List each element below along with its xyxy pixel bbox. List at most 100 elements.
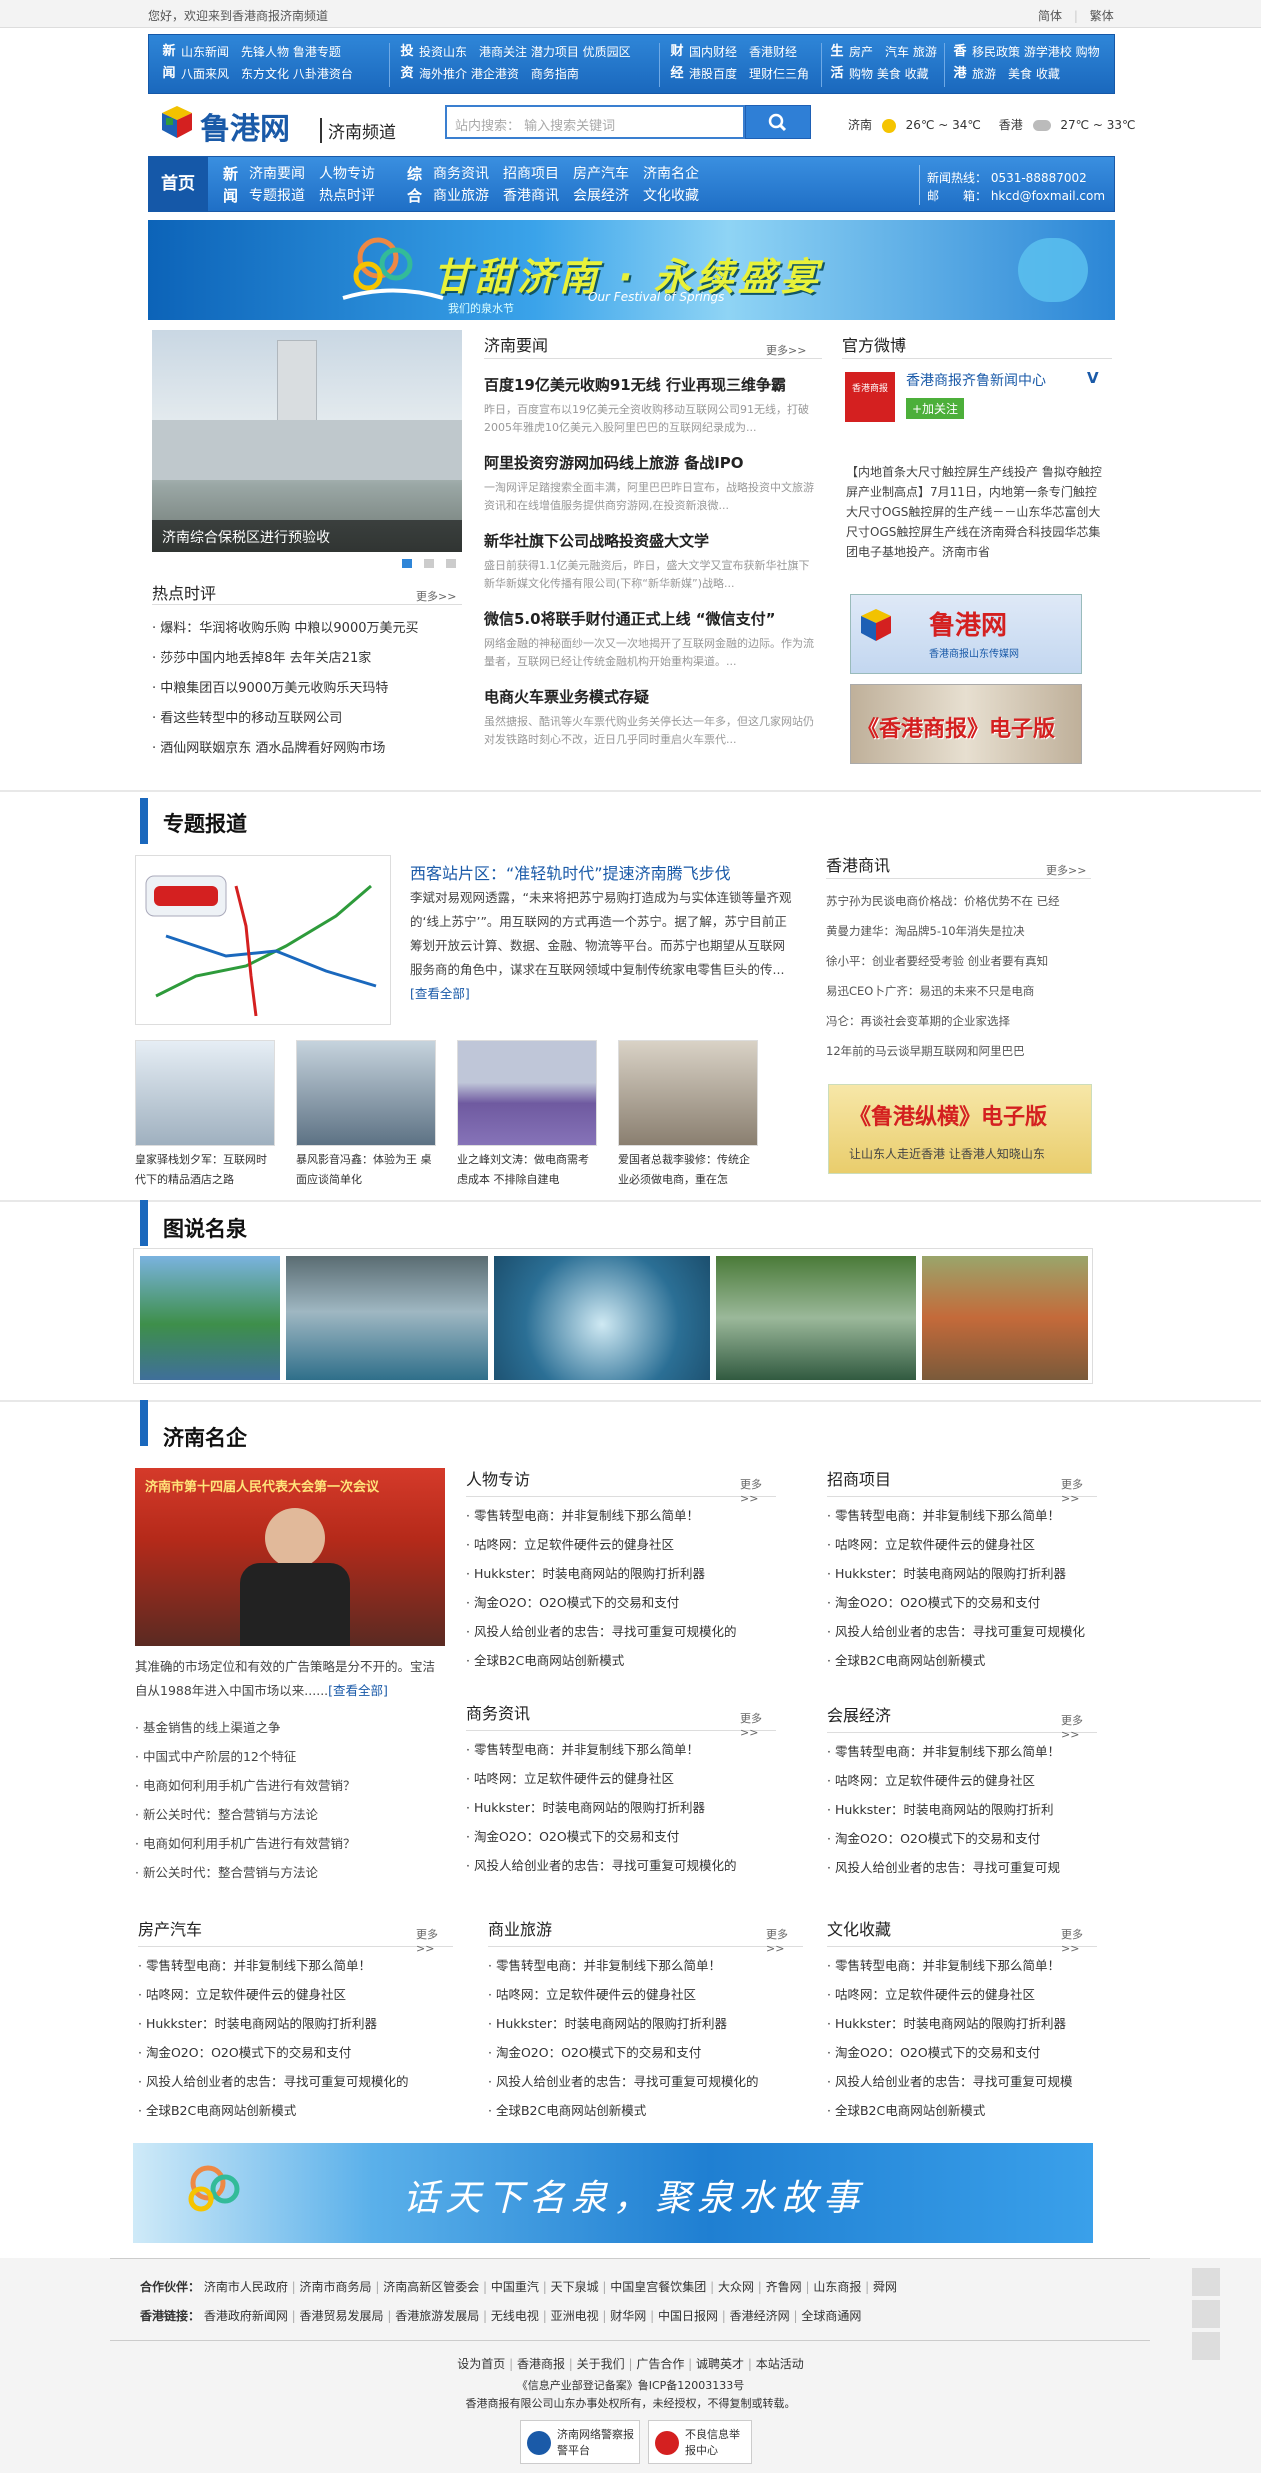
list-item[interactable]: · 电商如何利用手机广告进行有效营销？: [135, 1829, 445, 1858]
hkcd-epaper-banner[interactable]: 《香港商报》电子版: [850, 684, 1082, 764]
nav-business[interactable]: 商务资讯: [433, 166, 489, 182]
follow-button[interactable]: +加关注: [906, 398, 965, 419]
nav-invest[interactable]: 招商项目: [503, 166, 559, 182]
nav-links-news-2[interactable]: 八面来风 东方文化 八卦港资台: [181, 63, 353, 85]
lugang-banner[interactable]: 鲁港网 香港商报山东传媒网: [850, 594, 1082, 674]
list-item[interactable]: · 淘金O2O：O2O模式下的交易和支付: [827, 2038, 1097, 2067]
slider-dots[interactable]: [402, 557, 462, 569]
list-item[interactable]: · Hukkster：时装电商网站的限购打折利: [827, 1795, 1097, 1824]
list-item[interactable]: · Hukkster：时装电商网站的限购打折利器: [466, 1793, 776, 1822]
list-item[interactable]: · 淘金O2O：O2O模式下的交易和支付: [466, 1822, 776, 1851]
thumb-caption[interactable]: 业之峰刘文涛：做电商需考虑成本 不排除自建电: [457, 1150, 597, 1190]
weibo-name[interactable]: 香港商报齐鲁新闻中心: [906, 370, 1046, 390]
list-item[interactable]: · 咕咚网：立足软件硬件云的健身社区: [466, 1530, 776, 1559]
list-item[interactable]: · 零售转型电商：并非复制线下那么简单！: [466, 1735, 776, 1764]
nav-estate[interactable]: 房产汽车: [573, 166, 629, 182]
list-item[interactable]: · 咕咚网：立足软件硬件云的健身社区: [827, 1980, 1097, 2009]
partner-link[interactable]: 齐鲁网: [766, 2280, 802, 2294]
list-item[interactable]: 苏宁孙为民谈电商价格战：价格优势不在 已经: [826, 886, 1096, 916]
spring-photo[interactable]: [716, 1256, 916, 1380]
list-item[interactable]: · 全球B2C电商网站创新模式: [827, 1646, 1097, 1675]
hk-link[interactable]: 香港政府新闻网: [204, 2309, 288, 2323]
list-item[interactable]: · 全球B2C电商网站创新模式: [488, 2096, 803, 2125]
simplified-link[interactable]: 简体: [1038, 9, 1062, 23]
list-item[interactable]: · 咕咚网：立足软件硬件云的健身社区: [488, 1980, 803, 2009]
nav-links-news-1[interactable]: 山东新闻 先锋人物 鲁港专题: [181, 41, 353, 63]
footer-link[interactable]: 关于我们: [577, 2357, 625, 2371]
list-item[interactable]: · 咕咚网：立足软件硬件云的健身社区: [827, 1530, 1097, 1559]
thumb-caption[interactable]: 爱国者总裁李骏修：传统企业必须做电商，重在怎: [618, 1150, 758, 1190]
list-item[interactable]: · Hukkster：时装电商网站的限购打折利器: [827, 2009, 1097, 2038]
list-item[interactable]: · Hukkster：时装电商网站的限购打折利器: [827, 1559, 1097, 1588]
list-item[interactable]: · 新公关时代：整合营销与方法论: [135, 1858, 445, 1887]
list-item[interactable]: · 中粮集团百以9000万美元收购乐天玛特: [152, 674, 467, 704]
list-item[interactable]: · 零售转型电商：并非复制线下那么简单！: [488, 1951, 803, 1980]
list-item[interactable]: · 全球B2C电商网站创新模式: [827, 2096, 1097, 2125]
hk-link[interactable]: 香港经济网: [730, 2309, 790, 2323]
list-item[interactable]: · 淘金O2O：O2O模式下的交易和支付: [138, 2038, 453, 2067]
list-item[interactable]: · 风投人给创业者的忠告：寻找可重复可规模化的: [488, 2067, 803, 2096]
nav-special[interactable]: 专题报道: [249, 188, 305, 204]
list-item[interactable]: · 莎莎中国内地丢掉8年 去年关店21家: [152, 644, 467, 674]
hk-link[interactable]: 香港旅游发展局: [395, 2309, 479, 2323]
footer-link[interactable]: 设为首页: [457, 2357, 505, 2371]
nav-hot[interactable]: 热点时评: [319, 188, 375, 204]
hk-link[interactable]: 香港贸易发展局: [300, 2309, 384, 2323]
list-item[interactable]: · 风投人给创业者的忠告：寻找可重复可规模化: [827, 1617, 1097, 1646]
list-item[interactable]: · 淘金O2O：O2O模式下的交易和支付: [488, 2038, 803, 2067]
footer-link[interactable]: 诚聘英才: [696, 2357, 744, 2371]
nav-people[interactable]: 人物专访: [319, 166, 375, 182]
partner-link[interactable]: 中国皇宫餐饮集团: [610, 2280, 706, 2294]
partner-link[interactable]: 济南市商务局: [300, 2280, 372, 2294]
nav-jinan-news[interactable]: 济南要闻: [249, 166, 305, 182]
spring-photo[interactable]: [140, 1256, 280, 1380]
list-item[interactable]: · 爆料：华润将收购乐购 中粮以9000万美元买: [152, 614, 467, 644]
photo-caption[interactable]: 济南综合保税区进行预验收: [152, 520, 462, 552]
hk-link[interactable]: 中国日报网: [658, 2309, 718, 2323]
springs-story-banner[interactable]: 话天下名泉，聚泉水故事: [133, 2143, 1093, 2243]
list-item[interactable]: · 电商如何利用手机广告进行有效营销？: [135, 1771, 445, 1800]
list-item[interactable]: · 淘金O2O：O2O模式下的交易和支付: [827, 1824, 1097, 1853]
partner-link[interactable]: 大众网: [718, 2280, 754, 2294]
list-item[interactable]: · 全球B2C电商网站创新模式: [466, 1646, 776, 1675]
list-item[interactable]: · 全球B2C电商网站创新模式: [138, 2096, 453, 2125]
nav-culture[interactable]: 文化收藏: [643, 188, 699, 204]
hk-link[interactable]: 全球商通网: [801, 2309, 861, 2323]
list-item[interactable]: · 零售转型电商：并非复制线下那么简单！: [138, 1951, 453, 1980]
list-item[interactable]: · 零售转型电商：并非复制线下那么简单！: [827, 1737, 1097, 1766]
list-item[interactable]: · 零售转型电商：并非复制线下那么简单！: [466, 1501, 776, 1530]
list-item[interactable]: · 零售转型电商：并非复制线下那么简单！: [827, 1501, 1097, 1530]
list-item[interactable]: · 零售转型电商：并非复制线下那么简单！: [827, 1951, 1097, 1980]
list-item[interactable]: 徐小平：创业者要经受考验 创业者要有真知: [826, 946, 1096, 976]
enterprise-photo[interactable]: 济南市第十四届人民代表大会第一次会议: [135, 1468, 445, 1646]
email[interactable]: 邮 箱： hkcd@foxmail.com: [927, 187, 1105, 205]
hk-link[interactable]: 财华网: [610, 2309, 646, 2323]
thumb-image[interactable]: [618, 1040, 758, 1146]
back-to-top-icon[interactable]: [1192, 2268, 1220, 2296]
thumb-image[interactable]: [296, 1040, 436, 1146]
list-item[interactable]: · 风投人给创业者的忠告：寻找可重复可规模化的: [466, 1617, 776, 1646]
footer-link[interactable]: 广告合作: [636, 2357, 684, 2371]
list-item[interactable]: · 风投人给创业者的忠告：寻找可重复可规模: [827, 2067, 1097, 2096]
list-item[interactable]: · 风投人给创业者的忠告：寻找可重复可规: [827, 1853, 1097, 1882]
search-input[interactable]: 站内搜索： 输入搜索关键词: [445, 105, 745, 139]
list-item[interactable]: · 中国式中产阶层的12个特征: [135, 1742, 445, 1771]
headline-photo[interactable]: [152, 330, 462, 552]
spring-photo[interactable]: [286, 1256, 488, 1380]
special-map-image[interactable]: [135, 855, 391, 1025]
partner-link[interactable]: 山东商报: [813, 2280, 861, 2294]
list-item[interactable]: · 淘金O2O：O2O模式下的交易和支付: [466, 1588, 776, 1617]
report-badge[interactable]: 不良信息举报中心: [648, 2420, 752, 2464]
list-item[interactable]: · 酒仙网联姻京东 酒水品牌看好网购市场: [152, 734, 467, 764]
police-badge[interactable]: 济南网络警察报警平台: [520, 2420, 640, 2464]
list-item[interactable]: · 风投人给创业者的忠告：寻找可重复可规模化的: [138, 2067, 453, 2096]
special-readall-link[interactable]: [查看全部]: [410, 986, 470, 1001]
list-item[interactable]: 冯仑：再谈社会变革期的企业家选择: [826, 1006, 1096, 1036]
nav-links-life-1[interactable]: 房产 汽车 旅游: [849, 41, 937, 63]
list-item[interactable]: · 咕咚网：立足软件硬件云的健身社区: [138, 1980, 453, 2009]
weibo-avatar[interactable]: 香港商报: [845, 372, 895, 422]
list-item[interactable]: · 咕咚网：立足软件硬件云的健身社区: [827, 1766, 1097, 1795]
festival-banner[interactable]: 甘甜济南 · 永续盛宴 Our Festival of Springs 我们的泉…: [148, 220, 1115, 320]
nav-links-invest-2[interactable]: 海外推介 港企港资 商务指南: [419, 63, 631, 85]
hot-more-link[interactable]: 更多>>: [416, 588, 456, 604]
